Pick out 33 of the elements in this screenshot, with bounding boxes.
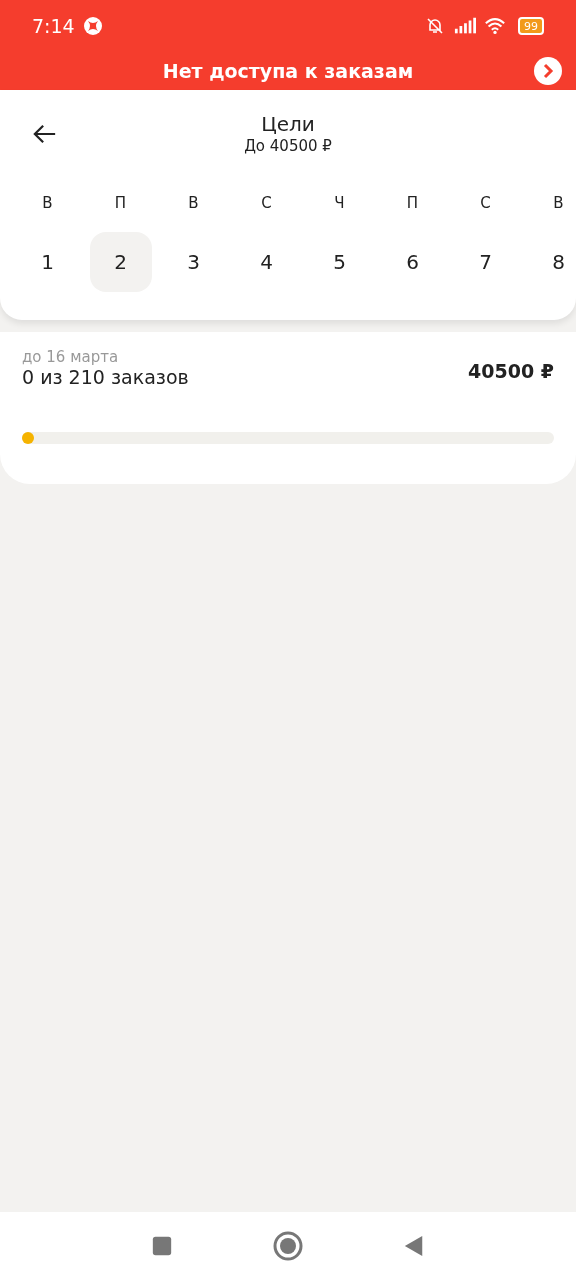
day-button[interactable]: 2 <box>89 232 152 292</box>
back-arrow-icon[interactable] <box>33 123 57 145</box>
weekday-label: В <box>42 194 53 212</box>
day-button[interactable]: 8 <box>527 232 576 292</box>
goal-amount: 40500 ₽ <box>468 360 554 384</box>
goal-progress-text: 0 из 210 заказов <box>22 366 189 388</box>
page-title: Цели <box>261 112 315 136</box>
back-icon[interactable] <box>403 1235 425 1257</box>
day-button[interactable]: 6 <box>381 232 444 292</box>
banner-text: Нет доступа к заказам <box>162 60 414 82</box>
weekday-label: Ч <box>334 194 345 212</box>
weekday-label: С <box>480 194 491 212</box>
weekday-label: П <box>406 194 419 212</box>
day-button[interactable]: 4 <box>235 232 298 292</box>
goal-card[interactable]: до 16 марта 0 из 210 заказов 40500 ₽ <box>0 332 576 484</box>
weekday-label: С <box>261 194 272 212</box>
status-time: 7:14 <box>32 15 75 37</box>
day-button[interactable]: 1 <box>16 232 79 292</box>
day-button[interactable]: 7 <box>454 232 517 292</box>
recents-icon[interactable] <box>151 1235 173 1257</box>
weekday-label: В <box>553 194 564 212</box>
wifi-icon <box>484 16 506 36</box>
signal-icon <box>454 16 476 36</box>
goal-deadline: до 16 марта <box>22 348 120 366</box>
page-subtitle: До 40500 ₽ <box>244 136 332 156</box>
battery-level: 99 <box>524 19 538 33</box>
day-button[interactable]: 5 <box>308 232 371 292</box>
weekday-label: П <box>114 194 127 212</box>
chevron-right-icon[interactable] <box>534 57 562 85</box>
day-button[interactable]: 3 <box>162 232 225 292</box>
app-icon <box>82 16 103 36</box>
home-icon[interactable] <box>273 1231 303 1261</box>
weekday-label: В <box>188 194 199 212</box>
